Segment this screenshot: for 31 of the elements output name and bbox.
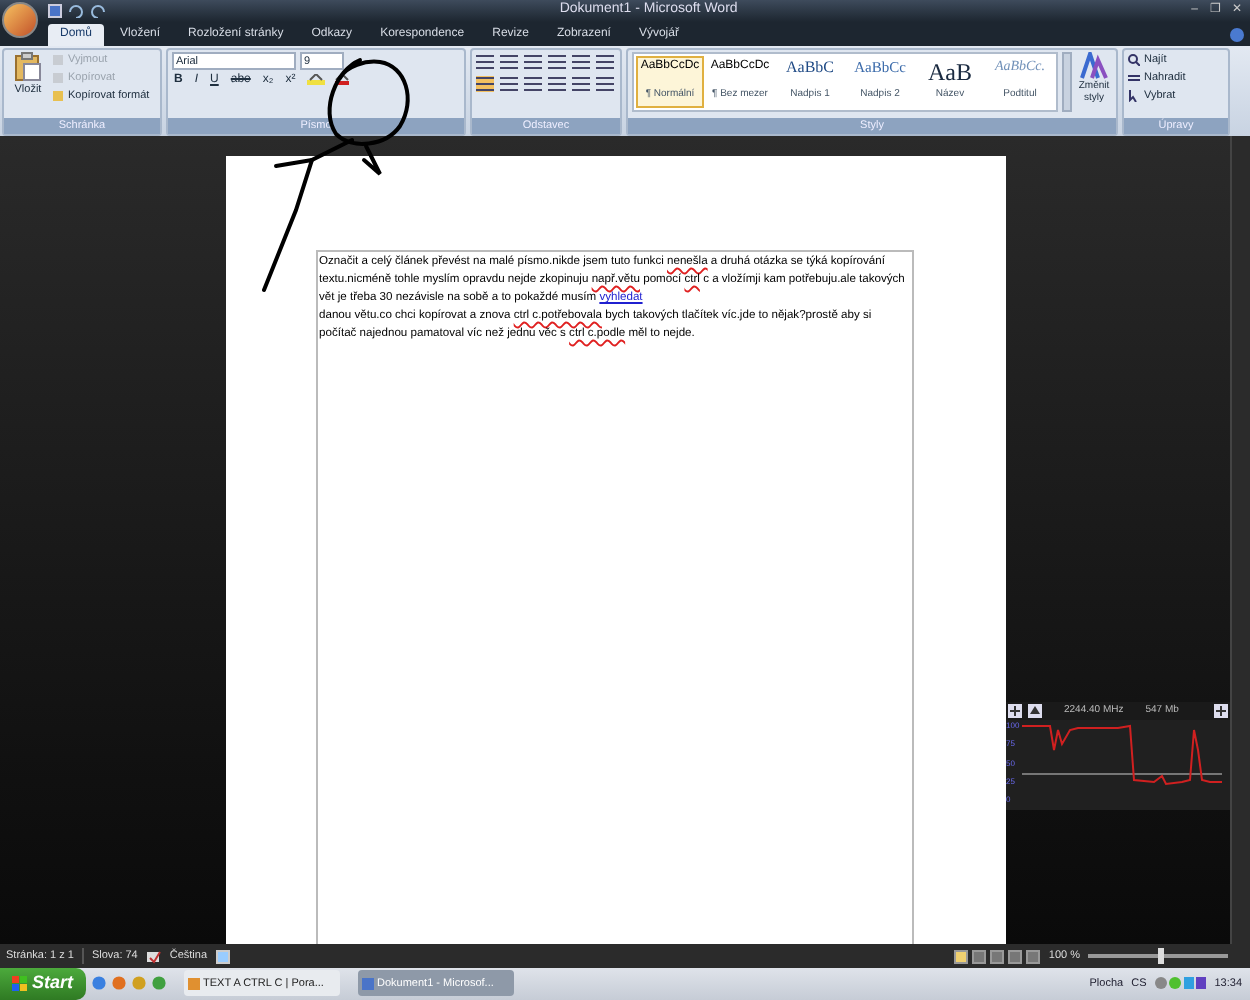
tray-icons-drawing	[1154, 976, 1207, 991]
align-right-icon	[524, 75, 542, 92]
save-icon	[48, 3, 62, 18]
zoom-slider[interactable]	[1088, 954, 1228, 959]
clipboard-icon	[14, 51, 42, 82]
macro-icon	[215, 949, 230, 964]
undo-icon	[68, 3, 84, 18]
align-left-icon	[476, 75, 494, 92]
windows-logo-icon	[12, 975, 28, 992]
replace-icon	[1128, 72, 1140, 85]
justify-icon	[548, 75, 566, 92]
proofing-icon	[145, 949, 162, 964]
styles-icon	[1080, 51, 1108, 80]
gallery-scrollbar[interactable]	[1062, 51, 1072, 112]
highlighter-icon	[305, 73, 326, 86]
start-button[interactable]: Start	[0, 967, 86, 1000]
slider-thumb[interactable]	[1158, 948, 1164, 965]
app-icon	[187, 977, 200, 990]
collapse-icon	[1028, 704, 1042, 719]
add-icon	[1214, 704, 1228, 719]
app-icon	[361, 977, 374, 990]
help-icon[interactable]	[1230, 27, 1244, 42]
move-icon	[1008, 704, 1022, 719]
align-center-icon	[500, 75, 518, 92]
office-button[interactable]	[2, 2, 38, 38]
redo-icon	[90, 3, 106, 18]
find-icon	[1128, 53, 1140, 66]
cursor-icon	[1128, 90, 1140, 103]
vertical-scrollbar[interactable]	[1230, 136, 1250, 945]
font-color-icon	[333, 73, 350, 86]
leaf-icon	[151, 976, 166, 991]
